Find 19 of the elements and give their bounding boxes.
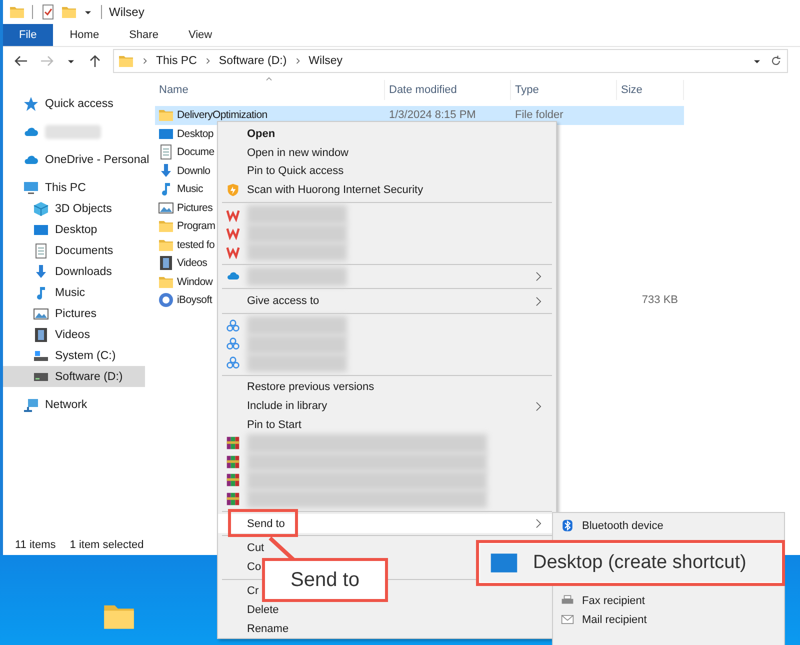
type-cell: File folder [515, 109, 564, 122]
file-name: tested fo [177, 238, 215, 251]
file-name: Program [177, 220, 216, 232]
file-name: DeliveryOptimization [177, 109, 268, 122]
file-name: Videos [177, 257, 208, 270]
date-cell: 1/3/2024 8:15 PM [389, 109, 476, 122]
file-name: Music [177, 183, 203, 196]
file-name: Downlo [177, 164, 210, 177]
callout-tooltip: Desktop (create shortcut) [476, 540, 785, 586]
callout-tooltip: Send to [262, 558, 388, 602]
file-name: Docume [177, 146, 214, 158]
file-name: iBoysoft [177, 294, 212, 306]
file-name: Window [177, 276, 213, 288]
window-title: Wilsey [109, 5, 144, 19]
file-name: Desktop [177, 128, 214, 140]
selection-count: 1 item selected [70, 539, 144, 551]
item-count: 11 items [15, 539, 56, 551]
file-name: Pictures [177, 202, 213, 214]
size-cell: 733 KB [642, 294, 678, 306]
